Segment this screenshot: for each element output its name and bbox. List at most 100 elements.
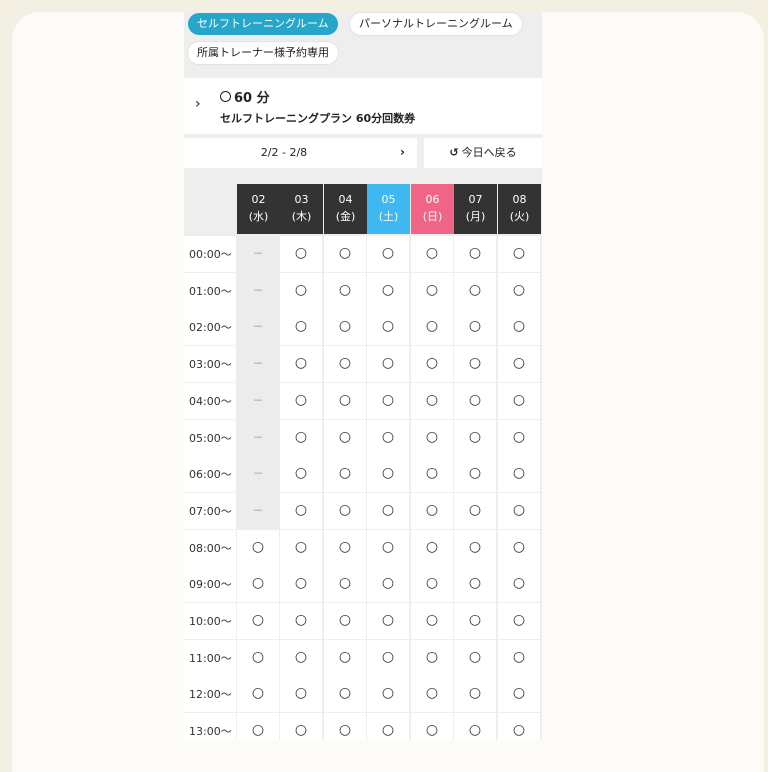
available-slot[interactable]: ○: [498, 382, 540, 419]
available-slot[interactable]: ○: [367, 713, 409, 740]
available-slot[interactable]: ○: [411, 566, 453, 603]
available-slot[interactable]: ○: [454, 676, 496, 713]
available-slot[interactable]: ○: [367, 309, 409, 346]
available-slot[interactable]: ○: [324, 346, 366, 383]
available-slot[interactable]: ○: [237, 639, 279, 676]
available-slot[interactable]: ○: [280, 272, 322, 309]
available-slot[interactable]: ○: [454, 566, 496, 603]
available-slot[interactable]: ○: [454, 382, 496, 419]
available-slot[interactable]: ○: [324, 272, 366, 309]
available-slot[interactable]: ○: [411, 346, 453, 383]
available-slot[interactable]: ○: [454, 272, 496, 309]
available-slot[interactable]: ○: [454, 603, 496, 639]
available-slot[interactable]: ○: [411, 639, 453, 676]
available-slot[interactable]: ○: [324, 529, 366, 566]
available-slot[interactable]: ○: [324, 382, 366, 419]
available-slot[interactable]: ○: [454, 309, 496, 346]
available-slot[interactable]: ○: [498, 456, 540, 493]
available-slot[interactable]: ○: [454, 529, 496, 566]
available-slot[interactable]: ○: [280, 566, 322, 603]
available-slot[interactable]: ○: [237, 676, 279, 713]
available-slot[interactable]: ○: [454, 456, 496, 493]
available-slot[interactable]: ○: [367, 566, 409, 603]
available-slot[interactable]: ○: [324, 566, 366, 603]
available-slot[interactable]: ○: [280, 382, 322, 419]
available-slot[interactable]: ○: [280, 603, 322, 639]
available-slot[interactable]: ○: [454, 346, 496, 383]
available-slot[interactable]: ○: [280, 676, 322, 713]
time-label: 01:00〜: [184, 272, 236, 309]
available-slot[interactable]: ○: [498, 676, 540, 713]
available-slot[interactable]: ○: [237, 566, 279, 603]
available-slot[interactable]: ○: [454, 236, 496, 272]
available-slot[interactable]: ○: [367, 346, 409, 383]
available-slot[interactable]: ○: [280, 236, 322, 272]
available-slot[interactable]: ○: [411, 309, 453, 346]
available-slot[interactable]: ○: [280, 309, 322, 346]
available-slot[interactable]: ○: [498, 236, 540, 272]
available-slot[interactable]: ○: [367, 419, 409, 456]
available-slot[interactable]: ○: [367, 529, 409, 566]
tab-trainer-only[interactable]: 所属トレーナー様予約専用: [188, 42, 338, 64]
available-slot[interactable]: ○: [237, 603, 279, 639]
clock-icon: [220, 91, 231, 102]
available-slot[interactable]: ○: [367, 382, 409, 419]
available-slot[interactable]: ○: [454, 492, 496, 529]
available-slot[interactable]: ○: [411, 492, 453, 529]
available-slot[interactable]: ○: [411, 382, 453, 419]
available-slot[interactable]: ○: [237, 713, 279, 740]
available-slot[interactable]: ○: [411, 713, 453, 740]
available-slot[interactable]: ○: [454, 419, 496, 456]
available-slot[interactable]: ○: [324, 603, 366, 639]
tab-self-training[interactable]: セルフトレーニングルーム: [188, 13, 338, 35]
available-slot[interactable]: ○: [411, 529, 453, 566]
available-slot[interactable]: ○: [367, 639, 409, 676]
available-slot[interactable]: ○: [324, 456, 366, 493]
available-slot[interactable]: ○: [280, 419, 322, 456]
available-slot[interactable]: ○: [498, 309, 540, 346]
available-slot[interactable]: ○: [498, 713, 540, 740]
available-slot[interactable]: ○: [367, 492, 409, 529]
available-slot[interactable]: ○: [324, 309, 366, 346]
available-slot[interactable]: ○: [498, 639, 540, 676]
time-label: 05:00〜: [184, 419, 236, 456]
plan-selector[interactable]: › 60 分 セルフトレーニングプラン 60分回数券: [184, 78, 542, 134]
next-week-button[interactable]: ›: [400, 145, 405, 159]
available-slot[interactable]: ○: [280, 529, 322, 566]
available-slot[interactable]: ○: [411, 272, 453, 309]
available-slot[interactable]: ○: [498, 419, 540, 456]
available-slot[interactable]: ○: [280, 713, 322, 740]
available-slot[interactable]: ○: [367, 456, 409, 493]
available-slot[interactable]: ○: [280, 346, 322, 383]
available-slot[interactable]: ○: [411, 456, 453, 493]
unavailable-slot: －: [237, 456, 279, 493]
available-slot[interactable]: ○: [498, 603, 540, 639]
available-slot[interactable]: ○: [498, 492, 540, 529]
available-slot[interactable]: ○: [324, 236, 366, 272]
available-slot[interactable]: ○: [411, 603, 453, 639]
available-slot[interactable]: ○: [498, 529, 540, 566]
available-slot[interactable]: ○: [324, 713, 366, 740]
available-slot[interactable]: ○: [324, 676, 366, 713]
available-slot[interactable]: ○: [324, 492, 366, 529]
available-slot[interactable]: ○: [498, 346, 540, 383]
tab-personal-training[interactable]: パーソナルトレーニングルーム: [350, 13, 522, 35]
available-slot[interactable]: ○: [367, 603, 409, 639]
available-slot[interactable]: ○: [280, 639, 322, 676]
available-slot[interactable]: ○: [324, 639, 366, 676]
available-slot[interactable]: ○: [411, 676, 453, 713]
available-slot[interactable]: ○: [454, 639, 496, 676]
available-slot[interactable]: ○: [367, 676, 409, 713]
available-slot[interactable]: ○: [367, 236, 409, 272]
available-slot[interactable]: ○: [498, 566, 540, 603]
available-slot[interactable]: ○: [411, 419, 453, 456]
available-slot[interactable]: ○: [411, 236, 453, 272]
today-button[interactable]: ↺ 今日へ戻る: [424, 138, 542, 168]
available-slot[interactable]: ○: [498, 272, 540, 309]
available-slot[interactable]: ○: [454, 713, 496, 740]
available-slot[interactable]: ○: [367, 272, 409, 309]
available-slot[interactable]: ○: [280, 492, 322, 529]
available-slot[interactable]: ○: [324, 419, 366, 456]
available-slot[interactable]: ○: [280, 456, 322, 493]
available-slot[interactable]: ○: [237, 529, 279, 566]
